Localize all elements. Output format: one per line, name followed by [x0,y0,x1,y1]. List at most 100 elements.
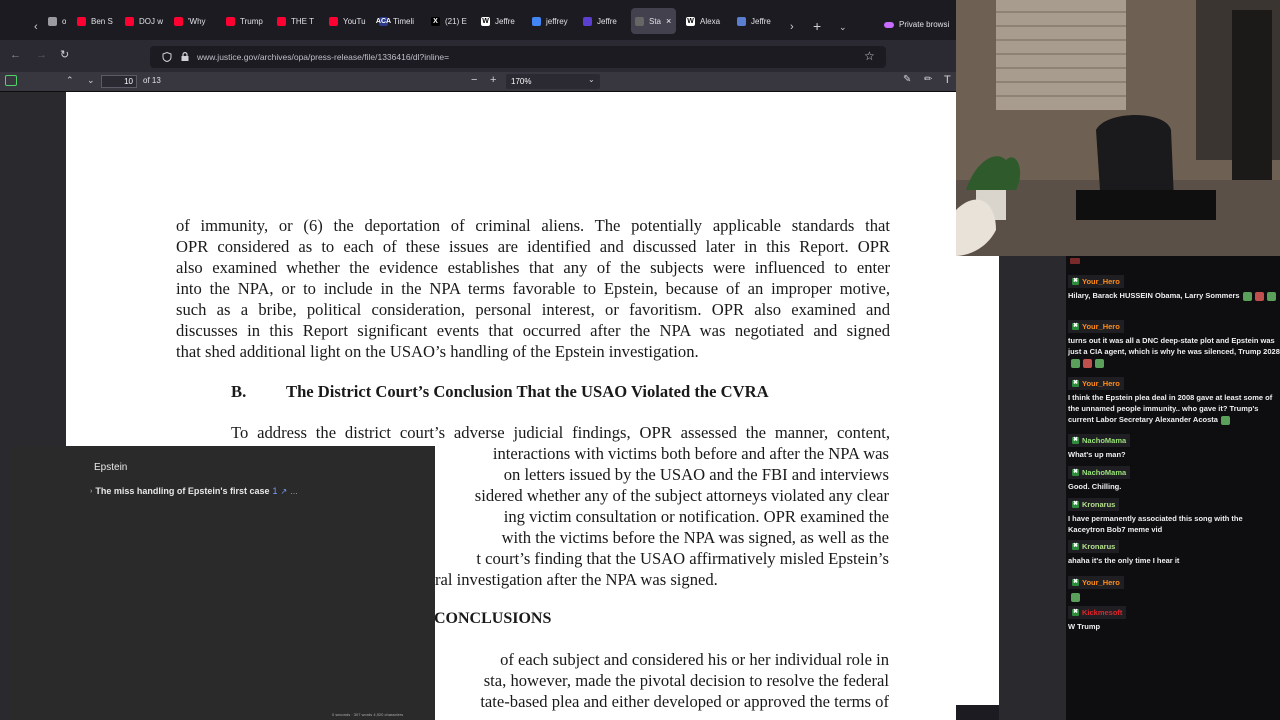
pdf-toolbar: ⌃ ⌄ 10 of 13 − + 170% ⌄ ✎ ✏ T [0,72,956,92]
reload-icon[interactable]: ↻ [60,49,69,61]
browser-tab[interactable]: W Jeffre [477,8,524,34]
moderator-badge-icon: ✖ [1072,501,1079,508]
moderator-badge-icon: ✖ [1072,579,1079,586]
webcam-feed [956,0,1280,256]
bullet-arrow-icon: › [90,487,93,495]
chat-username[interactable]: ✖ NachoMama [1068,434,1131,447]
pdf-gutter [999,256,1066,720]
moderator-badge-icon: ✖ [1072,380,1079,387]
tab-favicon-icon: W [481,16,490,26]
chat-message-body: I think the Epstein plea deal in 2008 ga… [1068,392,1280,425]
browser-tab[interactable]: Sta × [631,8,676,34]
zoom-out-icon[interactable]: − [471,74,477,86]
forward-arrow-icon[interactable]: → [36,49,47,61]
notes-list-item[interactable]: › The miss handling of Epstein's first c… [90,486,298,496]
tab-favicon-icon [125,16,134,26]
new-tab-icon[interactable]: + [813,19,821,33]
chat-username[interactable]: ✖ NachoMama [1068,466,1131,479]
sidebar-toggle-icon[interactable] [5,75,17,86]
browser-tab[interactable]: Jeffre [579,8,627,34]
notes-panel: Epstein › The miss handling of Epstein's… [10,446,435,720]
doc-line: To address the district court’s adverse … [231,423,890,442]
chat-username[interactable]: ✖ Kronarus [1068,540,1120,553]
chat-username-text: NachoMama [1082,468,1127,477]
chat-username-text: Your_Hero [1082,578,1120,587]
moderator-badge-icon: ✖ [1072,437,1079,444]
chat-emote-icon [1071,592,1080,602]
browser-tab[interactable]: orld [44,8,66,34]
doc-line: sidered whether any of the subject attor… [474,486,889,505]
browser-tab[interactable]: Ben S [73,8,117,34]
tab-label: 'Why [188,16,206,26]
zoom-select[interactable]: 170% ⌄ [506,74,600,89]
tab-favicon-icon [532,16,541,26]
external-link-icon[interactable]: ↗ [281,487,288,496]
browser-tab[interactable]: Trump [222,8,269,34]
chat-message-body: ahaha it's the only time I hear it [1068,555,1280,566]
tabs-scroll-left-icon[interactable]: ‹ [34,21,38,33]
tab-label: THE T [291,16,314,26]
list-all-tabs-icon[interactable]: ⌄ [839,21,847,33]
browser-tab[interactable]: YouTu [325,8,371,34]
url-text[interactable]: www.justice.gov/archives/opa/press-relea… [197,52,449,62]
zoom-in-icon[interactable]: + [490,74,496,86]
chat-username-text: Your_Hero [1082,277,1120,286]
chat-username-text: Your_Hero [1082,322,1120,331]
chat-message-text: W Trump [1068,622,1101,631]
chat-message: ✖ Kronarus I have permanently associated t… [1068,497,1280,535]
chat-message: ✖ Kickmesoft W Trump [1068,605,1280,632]
chat-emote-icon [1242,291,1252,301]
browser-tab[interactable]: Jeffre [733,8,781,34]
notes-item-link[interactable]: 1 [273,486,278,496]
chat-message: ✖ Your_Heroturns out it was all a DNC dee… [1068,319,1280,368]
doc-line: t court’s finding that the USAO affirmat… [476,549,889,568]
doc-line: tate-based plea and either developed or … [480,692,889,711]
tab-favicon-icon [329,16,338,26]
doc-line: of each subject and considered his or he… [500,650,889,669]
page-number-input[interactable]: 10 [101,75,137,88]
chat-message: ✖ Your_Hero Hilary, Barack HUSSEIN Obama, … [1068,274,1280,301]
doc-line: such as a bribe, political consideration… [176,300,890,319]
highlight-icon[interactable]: ✎ [903,74,911,86]
tab-label: Timeli [393,16,415,26]
browser-tab[interactable]: X (21) E [427,8,473,34]
chat-username[interactable]: ✖ Your_Hero [1068,377,1124,390]
shield-icon[interactable] [162,52,172,62]
back-arrow-icon[interactable]: ← [10,49,21,61]
tab-favicon-icon: W [686,16,695,26]
chat-message: ✖ Your_Hero [1068,575,1280,602]
bookmark-star-icon[interactable]: ☆ [864,50,875,62]
browser-tab[interactable]: DOJ w [121,8,166,34]
url-bar[interactable]: www.justice.gov/archives/opa/press-relea… [150,46,886,68]
tab-favicon-icon [277,16,286,26]
chat-message: ✖ NachoMama Good. Chilling. [1068,465,1280,492]
chat-username[interactable]: ✖ Your_Hero [1068,576,1124,589]
zoom-value: 170% [511,77,532,86]
chat-username-text: Kronarus [1082,500,1116,509]
chat-emote-icon [1220,415,1230,425]
tab-close-icon[interactable]: × [666,16,671,26]
chat-username[interactable]: ✖ Your_Hero [1068,275,1124,288]
tabs-scroll-right-icon[interactable]: › [790,21,794,33]
draw-icon[interactable]: ✏ [924,74,932,86]
chat-message-body: Hilary, Barack HUSSEIN Obama, Larry Somm… [1068,290,1280,301]
moderator-badge-icon: ✖ [1072,278,1079,285]
browser-tab[interactable]: W Alexa [682,8,729,34]
chat-message-body: turns out it was all a DNC deep-state pl… [1068,335,1280,368]
tab-label: Alexa [700,16,721,26]
conclusions-heading: CONCLUSIONS [434,610,552,627]
text-tool-icon[interactable]: T [944,74,951,86]
lock-icon[interactable] [180,51,190,62]
chat-username[interactable]: ✖ Your_Hero [1068,320,1124,333]
browser-tab[interactable]: THE T [273,8,321,34]
chat-username[interactable]: ✖ Kronarus [1068,498,1120,511]
tab-label: Trump [240,16,263,26]
chat-message-text: I have permanently associated this song … [1068,514,1243,534]
browser-tab[interactable]: ACA Timeli [375,8,423,34]
doc-line: also examined whether the evidence estab… [176,258,890,277]
next-page-icon[interactable]: ⌄ [87,74,95,86]
chat-username[interactable]: ✖ Kickmesoft [1068,606,1127,619]
previous-page-icon[interactable]: ⌃ [66,74,74,86]
browser-tab[interactable]: jeffrey [528,8,575,34]
browser-tab[interactable]: 'Why [170,8,218,34]
